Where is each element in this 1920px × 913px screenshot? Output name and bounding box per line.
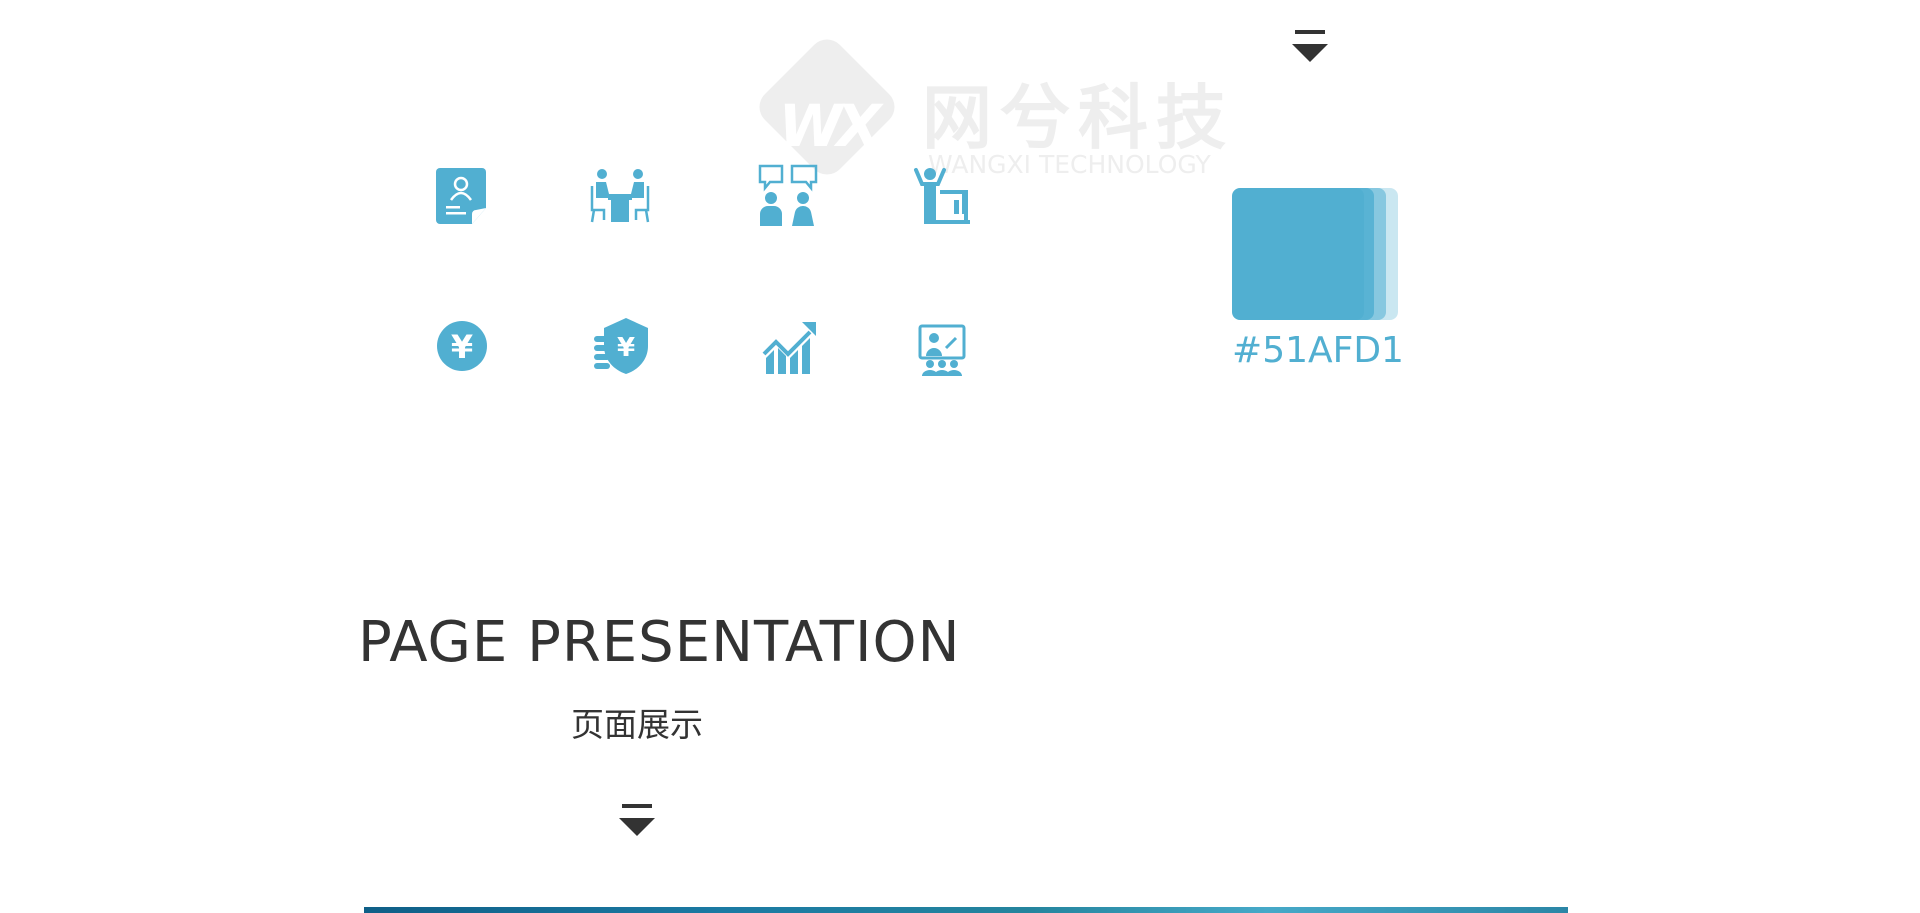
section-title-en: PAGE PRESENTATION [358,610,961,675]
presenter-icon [910,164,974,228]
video-conference-icon [910,314,974,378]
svg-text:¥: ¥ [451,328,473,366]
growth-chart-icon [758,314,822,378]
contact-card-icon [430,164,494,228]
meeting-table-icon [588,164,652,228]
arrow-triangle [619,818,655,836]
arrow-bar [1295,30,1325,34]
arrow-triangle [1292,44,1328,62]
page: WX 网兮科技 WANGXI TECHNOLOGY ¥ ¥ #51AFD1 PA… [0,0,1920,913]
color-swatch-label: #51AFD1 [1232,330,1404,371]
page-preview-strip [364,907,1568,913]
color-swatch-main [1232,188,1364,320]
arrow-bar [622,804,652,808]
section-title-cn: 页面展示 [571,705,703,744]
watermark-logo: WX 网兮科技 WANGXI TECHNOLOGY [750,32,1230,204]
scroll-down-arrow-icon[interactable] [619,804,655,838]
watermark-logo-mark-text: WX [778,92,882,160]
yen-shield-icon: ¥ [590,314,654,378]
yen-coin-icon: ¥ [430,314,494,378]
scroll-down-arrow-icon[interactable] [1292,30,1328,64]
watermark-company-name-cn: 网兮科技 [922,77,1234,159]
conversation-icon [756,164,820,228]
color-swatch [1232,188,1398,320]
svg-text:¥: ¥ [617,333,635,363]
